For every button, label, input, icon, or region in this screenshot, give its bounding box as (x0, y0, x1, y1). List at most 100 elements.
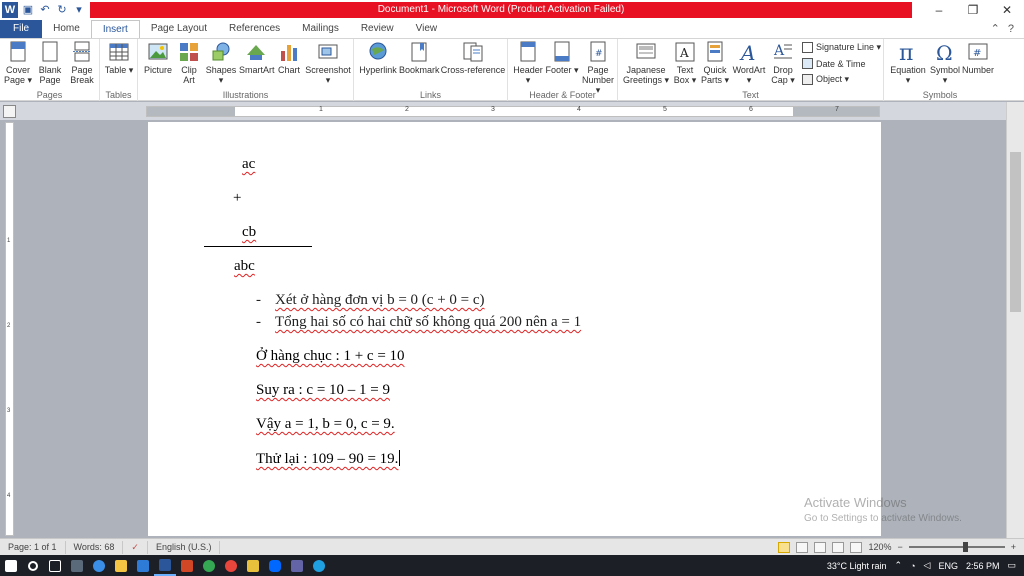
tab-view[interactable]: View (405, 20, 449, 38)
picture-button[interactable]: Picture (142, 41, 174, 75)
cross-reference-button[interactable]: Cross-reference (440, 41, 506, 75)
zoom-slider-thumb[interactable] (962, 542, 968, 552)
powerpoint-icon[interactable] (176, 555, 198, 576)
doc-line-ac[interactable]: ac (242, 156, 255, 173)
customize-qat-icon[interactable]: ▾ (72, 3, 86, 17)
web-layout-view-button[interactable] (814, 541, 827, 553)
chevron-up-icon[interactable]: ⌃ (895, 560, 903, 571)
volume-icon[interactable]: ◁ (924, 560, 931, 571)
notification-icon[interactable]: ▭ (1007, 560, 1016, 571)
task-view-icon[interactable] (44, 555, 66, 576)
date-time-button[interactable]: Date & Time (802, 58, 866, 69)
print-layout-view-button[interactable] (778, 541, 791, 553)
zoom-slider[interactable] (908, 542, 1005, 552)
redo-icon[interactable]: ↻ (55, 3, 69, 17)
language-indicator[interactable]: ENG (938, 561, 958, 571)
tab-review[interactable]: Review (350, 20, 405, 38)
shapes-button[interactable]: Shapes ▾ (204, 41, 238, 85)
document-page[interactable]: ac + cb abc - Xét ở hàng đơn vị b = 0 (c… (148, 122, 881, 536)
minimize-button[interactable]: – (922, 0, 956, 20)
settings-app-icon[interactable] (88, 555, 110, 576)
keyboard-app-icon[interactable] (66, 555, 88, 576)
zoom-level[interactable]: 120% (868, 542, 891, 552)
object-button[interactable]: Object ▾ (802, 74, 849, 85)
clip-art-button[interactable]: Clip Art (176, 41, 202, 85)
symbol-button[interactable]: Ω Symbol ▾ (928, 41, 962, 85)
draft-view-button[interactable] (850, 541, 863, 553)
zoom-in-button[interactable]: + (1011, 542, 1016, 552)
edge-icon[interactable] (308, 555, 330, 576)
page-number-button[interactable]: # Page Number ▾ (580, 41, 616, 95)
drop-app-icon[interactable] (220, 555, 242, 576)
scrollbar-thumb[interactable] (1010, 152, 1021, 312)
footer-button[interactable]: Footer ▾ (545, 41, 579, 75)
search-icon[interactable] (22, 555, 44, 576)
quick-parts-button[interactable]: Quick Parts ▾ (700, 41, 730, 85)
cover-page-button[interactable]: Cover Page ▾ (3, 41, 33, 85)
equation-button[interactable]: π Equation ▾ (888, 41, 928, 85)
zoom-out-button[interactable]: − (897, 542, 902, 552)
doc-line-plus[interactable]: + (233, 190, 241, 207)
horizontal-ruler[interactable]: 1 2 3 4 5 6 7 (146, 106, 880, 117)
tab-references[interactable]: References (218, 20, 291, 38)
page-count[interactable]: Page: 1 of 1 (0, 540, 66, 554)
doc-paragraph[interactable]: Ở hàng chục : 1 + c = 10 (256, 348, 405, 365)
chrome-icon[interactable] (198, 555, 220, 576)
file-explorer-icon[interactable] (110, 555, 132, 576)
wordart-button[interactable]: A WordArt ▾ (731, 41, 767, 85)
number-button[interactable]: # Number (962, 41, 994, 75)
screenshot-button[interactable]: Screenshot ▾ (305, 41, 351, 85)
hyperlink-button[interactable]: Hyperlink (358, 41, 398, 75)
vertical-scrollbar[interactable] (1006, 102, 1024, 538)
text-box-button[interactable]: A Text Box ▾ (672, 41, 698, 85)
bookmark-button[interactable]: Bookmark (399, 41, 440, 75)
svg-text:A: A (739, 41, 755, 63)
doc-paragraph[interactable]: Vậy a = 1, b = 0, c = 9. (256, 416, 395, 433)
restore-button[interactable]: ❐ (956, 0, 990, 20)
drop-cap-button[interactable]: A Drop Cap ▾ (768, 41, 798, 85)
table-button[interactable]: Table ▾ (104, 41, 134, 75)
weather-widget[interactable]: 33°C Light rain (827, 561, 887, 571)
store-icon[interactable] (132, 555, 154, 576)
doc-paragraph[interactable]: Thử lại : 109 – 90 = 19. (256, 450, 401, 468)
word-taskbar-icon[interactable] (154, 555, 176, 576)
tab-insert[interactable]: Insert (90, 20, 140, 38)
tab-page-layout[interactable]: Page Layout (140, 20, 218, 38)
word-count[interactable]: Words: 68 (66, 540, 124, 554)
language-indicator[interactable]: English (U.S.) (148, 540, 221, 554)
outline-view-button[interactable] (832, 541, 845, 553)
word-logo-icon[interactable]: W (2, 2, 18, 18)
page-break-button[interactable]: Page Break (67, 41, 97, 85)
network-icon[interactable]: ◔ (910, 561, 915, 571)
start-icon[interactable] (0, 555, 22, 576)
tab-mailings[interactable]: Mailings (291, 20, 350, 38)
header-button[interactable]: Header ▾ (511, 41, 545, 85)
list-item[interactable]: - Tổng hai số có hai chữ số không quá 20… (256, 314, 581, 331)
undo-icon[interactable]: ↶ (38, 3, 52, 17)
chart-button[interactable]: Chart (275, 41, 303, 75)
smartart-button[interactable]: SmartArt (239, 41, 275, 75)
clock[interactable]: 2:56 PM (966, 561, 1000, 571)
minimize-ribbon-icon[interactable]: ⌃ (991, 20, 1000, 38)
mail-icon[interactable] (242, 555, 264, 576)
list-item[interactable]: - Xét ở hàng đơn vị b = 0 (c + 0 = c) (256, 292, 485, 309)
zalo-icon[interactable] (264, 555, 286, 576)
signature-line-button[interactable]: Signature Line ▾ (802, 42, 881, 53)
shapes-icon (212, 42, 230, 61)
teams-icon[interactable] (286, 555, 308, 576)
tab-file[interactable]: File (0, 20, 43, 38)
vertical-ruler[interactable]: 1 2 3 4 (5, 122, 14, 536)
blank-page-button[interactable]: Blank Page (35, 41, 65, 85)
tab-home[interactable]: Home (42, 20, 91, 38)
close-button[interactable]: ✕ (990, 0, 1024, 20)
japanese-greetings-button[interactable]: Japanese Greetings ▾ (621, 41, 671, 85)
doc-line-cb[interactable]: cb (242, 224, 256, 241)
doc-line-abc[interactable]: abc (234, 258, 255, 275)
greetings-icon (636, 43, 656, 59)
doc-paragraph[interactable]: Suy ra : c = 10 – 1 = 9 (256, 382, 390, 399)
full-screen-view-button[interactable] (796, 541, 809, 553)
tab-selector-button[interactable] (3, 105, 16, 118)
proofing-icon[interactable]: ✓ (123, 540, 148, 554)
save-icon[interactable]: ▣ (21, 3, 35, 17)
help-icon[interactable]: ? (1008, 20, 1014, 38)
